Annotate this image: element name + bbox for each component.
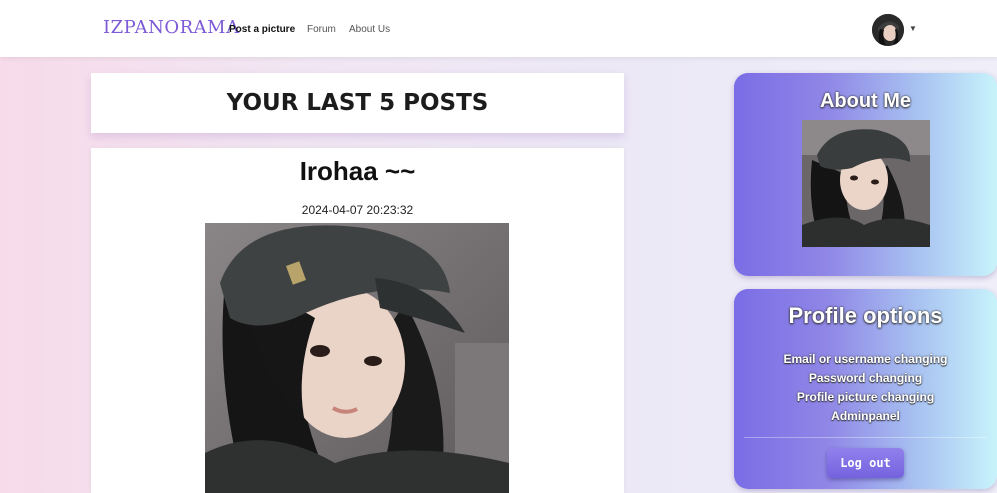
password-change-link[interactable]: Password changing xyxy=(734,371,997,385)
caret-down-icon[interactable]: ▼ xyxy=(909,24,917,33)
email-username-change-link[interactable]: Email or username changing xyxy=(734,352,997,366)
posts-header: YOUR LAST 5 POSTS xyxy=(91,73,624,133)
posts-header-title: YOUR LAST 5 POSTS xyxy=(226,90,489,116)
nav-forum[interactable]: Forum xyxy=(307,24,336,35)
logout-button[interactable]: Log out xyxy=(827,448,904,478)
nav-about-us[interactable]: About Us xyxy=(349,24,390,35)
navbar: IZPANORAMA Post a picture Forum About Us… xyxy=(0,0,997,57)
profile-options-title: Profile options xyxy=(788,303,943,328)
options-divider xyxy=(744,437,987,438)
adminpanel-link[interactable]: Adminpanel xyxy=(734,409,997,423)
about-me-card: About Me xyxy=(734,73,997,276)
profile-options-card: Profile options Email or username changi… xyxy=(734,289,997,489)
post-card: Irohaa ~~ 2024-04-07 20:23:32 xyxy=(91,148,624,493)
user-avatar-icon[interactable] xyxy=(872,14,904,46)
brand-logo[interactable]: IZPANORAMA xyxy=(103,17,240,38)
post-title: Irohaa ~~ xyxy=(299,156,416,186)
about-me-title: About Me xyxy=(819,90,912,112)
profile-photo xyxy=(802,120,930,247)
post-image[interactable] xyxy=(205,223,509,493)
post-date: 2024-04-07 20:23:32 xyxy=(301,203,414,217)
nav-post-a-picture[interactable]: Post a picture xyxy=(229,24,295,35)
profile-picture-change-link[interactable]: Profile picture changing xyxy=(734,390,997,404)
